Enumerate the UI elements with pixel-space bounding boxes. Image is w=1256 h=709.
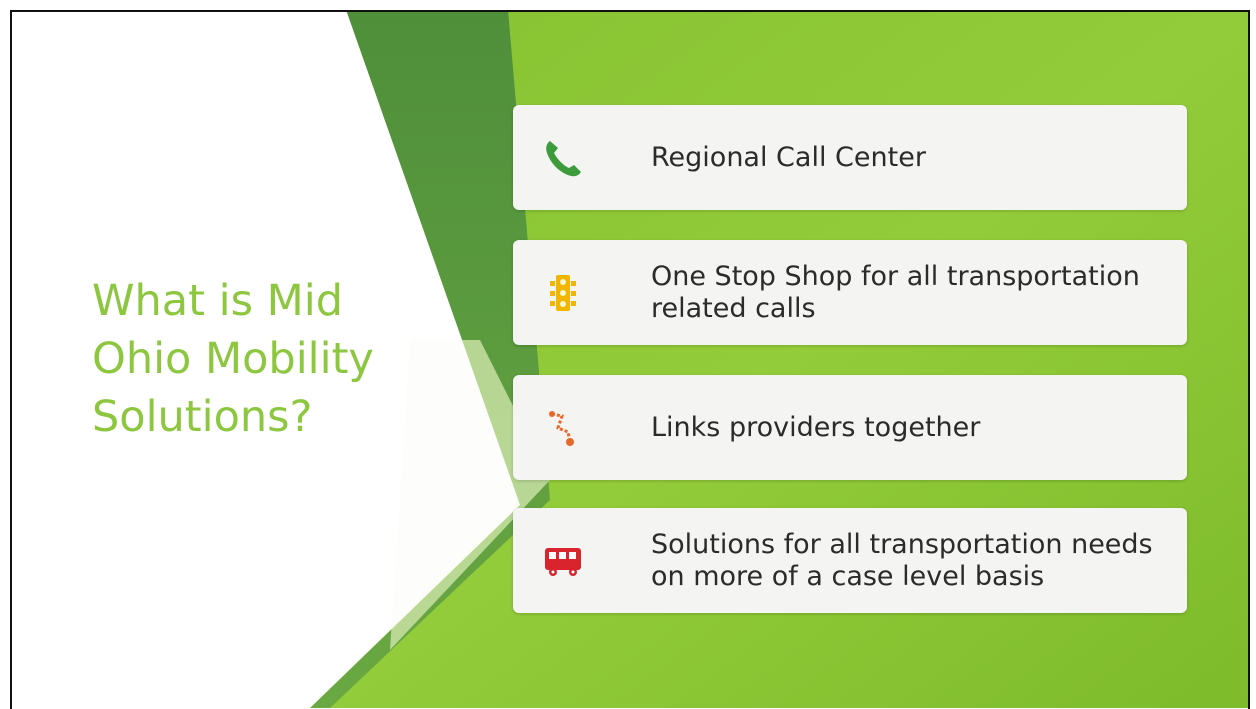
item-card-one-stop-shop: One Stop Shop for all transportation rel… bbox=[513, 240, 1187, 345]
slide: What is Mid Ohio Mobility Solutions? Reg… bbox=[10, 10, 1250, 708]
phone-icon bbox=[543, 138, 583, 178]
item-text: Solutions for all transportation needs o… bbox=[651, 528, 1153, 592]
slide-title: What is Mid Ohio Mobility Solutions? bbox=[92, 276, 374, 442]
item-text: Links providers together bbox=[651, 411, 981, 443]
traffic-light-icon bbox=[543, 273, 583, 313]
route-icon bbox=[543, 408, 583, 448]
item-card-call-center: Regional Call Center bbox=[513, 105, 1187, 210]
bus-icon bbox=[543, 541, 583, 581]
item-card-links-providers: Links providers together bbox=[513, 375, 1187, 480]
item-card-solutions: Solutions for all transportation needs o… bbox=[513, 508, 1187, 613]
item-text: Regional Call Center bbox=[651, 141, 926, 173]
item-text: One Stop Shop for all transportation rel… bbox=[651, 260, 1140, 324]
